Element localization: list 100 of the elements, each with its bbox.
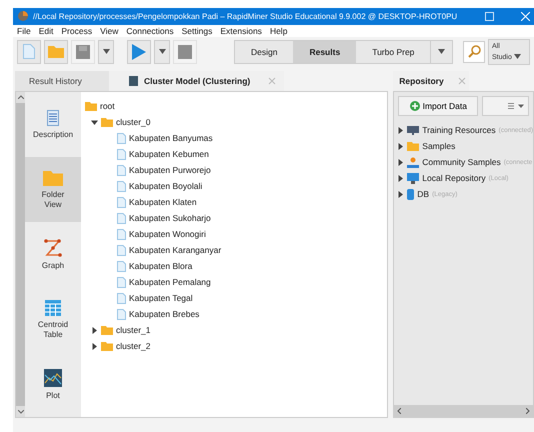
scroll-down-icon[interactable] [18, 410, 24, 414]
run-button[interactable] [127, 40, 151, 64]
folder-icon [101, 341, 113, 351]
view-button[interactable]: Plot [25, 352, 81, 417]
caret-icon [158, 49, 166, 54]
document-icon [117, 292, 126, 304]
document-icon [117, 148, 126, 160]
document-icon [117, 132, 126, 144]
scroll-left-icon[interactable] [397, 408, 402, 414]
play-icon [132, 44, 146, 60]
folder-icon [407, 141, 420, 151]
plus-icon [410, 101, 420, 111]
menu-item[interactable]: Help [270, 26, 288, 36]
document-icon [117, 260, 126, 272]
stop-icon [178, 44, 192, 59]
monitor-icon [407, 172, 420, 184]
document-icon [117, 180, 126, 192]
repository-item[interactable]: DB [417, 189, 430, 199]
tree-item[interactable]: Kabupaten Banyumas [129, 133, 213, 143]
import-data-button[interactable]: Import Data [398, 96, 478, 116]
repository-item[interactable]: Local Repository [422, 173, 486, 183]
tree-item[interactable]: Kabupaten Klaten [129, 197, 197, 207]
folder-icon [48, 45, 64, 58]
folder-icon [43, 170, 63, 186]
tree-item[interactable]: Kabupaten Brebes [129, 309, 200, 319]
menu-item[interactable]: File [17, 26, 31, 36]
scrollbar[interactable] [16, 92, 25, 417]
menu-button[interactable] [482, 96, 529, 116]
expand-arrow-icon[interactable] [397, 142, 404, 150]
tree-item[interactable]: Kabupaten Pemalang [129, 277, 211, 287]
perspective-tab[interactable]: Design [235, 40, 294, 63]
view-button[interactable]: Description [25, 92, 81, 157]
repository-item[interactable]: Samples [422, 141, 456, 151]
tree-item[interactable]: Kabupaten Karanganyar [129, 245, 222, 255]
table-icon [45, 300, 61, 316]
panel-tab[interactable]: Result History [15, 71, 109, 91]
folder-icon [101, 117, 113, 127]
tree-item[interactable]: Kabupaten Wonogiri [129, 229, 206, 239]
expand-arrow-icon[interactable] [397, 158, 404, 166]
expand-arrow-icon[interactable] [397, 174, 404, 182]
tree-item[interactable]: cluster_0 [116, 117, 150, 127]
document-icon [117, 164, 126, 176]
save-icon [76, 44, 90, 59]
repository-item[interactable]: Training Resources [422, 125, 496, 135]
tree-item[interactable]: Kabupaten Tegal [129, 293, 193, 303]
caret-icon [514, 54, 521, 59]
document-icon [117, 308, 126, 320]
tree-item[interactable]: cluster_1 [116, 325, 150, 335]
app-logo-icon [18, 11, 28, 22]
repository-item[interactable]: Community Samples [422, 157, 501, 167]
view-button[interactable]: Folder View [25, 157, 81, 222]
expand-arrow-icon[interactable] [397, 190, 404, 198]
expand-arrow-icon[interactable] [91, 342, 98, 350]
dropdown-button[interactable] [154, 40, 170, 64]
menu-item[interactable]: View [100, 26, 118, 36]
presentation-icon [407, 126, 420, 134]
menu-item[interactable]: Process [61, 26, 92, 36]
model-icon [129, 76, 138, 86]
folder-icon [101, 325, 113, 335]
maximize-icon[interactable] [485, 12, 494, 21]
tree-item[interactable]: Kabupaten Sukoharjo [129, 213, 211, 223]
database-icon [407, 188, 414, 200]
document-icon [117, 276, 126, 288]
search-icon [468, 45, 480, 58]
tree-item[interactable]: root [100, 101, 115, 111]
caret-icon [438, 49, 446, 54]
tree-item[interactable]: Kabupaten Blora [129, 261, 192, 271]
menu-icon [508, 103, 524, 109]
document-icon [117, 228, 126, 240]
menu-item[interactable]: Connections [126, 26, 174, 36]
tree-item[interactable]: Kabupaten Kebumen [129, 149, 209, 159]
caret-icon [102, 49, 110, 54]
people-icon [407, 156, 420, 168]
tree-item[interactable]: cluster_2 [116, 341, 150, 351]
scroll-up-icon[interactable] [18, 95, 24, 99]
dropdown-button[interactable] [98, 40, 114, 64]
search-button[interactable] [463, 40, 485, 63]
horizontal-scrollbar[interactable] [394, 405, 533, 417]
menu-item[interactable]: Edit [38, 26, 54, 36]
document-icon [47, 110, 59, 126]
perspective-tab[interactable]: Turbo Prep [356, 40, 430, 63]
view-button[interactable]: Centroid Table [25, 287, 81, 352]
scroll-right-icon[interactable] [526, 408, 530, 414]
collapse-arrow-icon[interactable] [91, 118, 98, 126]
view-button[interactable]: Graph [25, 222, 81, 287]
tree-item[interactable]: Kabupaten Boyolali [129, 181, 202, 191]
document-icon [117, 212, 126, 224]
expand-arrow-icon[interactable] [91, 326, 98, 334]
plot-icon [44, 368, 62, 386]
expand-arrow-icon[interactable] [397, 126, 404, 134]
document-icon [117, 196, 126, 208]
perspective-dropdown[interactable] [430, 40, 452, 63]
menu-item[interactable]: Extensions [220, 26, 262, 36]
new-document-icon [23, 44, 35, 60]
perspective-tab[interactable]: Results [293, 40, 356, 63]
graph-icon [44, 238, 62, 256]
tree-item[interactable]: Kabupaten Purworejo [129, 165, 211, 175]
document-icon [117, 244, 126, 256]
menu-item[interactable]: Settings [182, 26, 212, 36]
folder-icon [85, 101, 97, 111]
